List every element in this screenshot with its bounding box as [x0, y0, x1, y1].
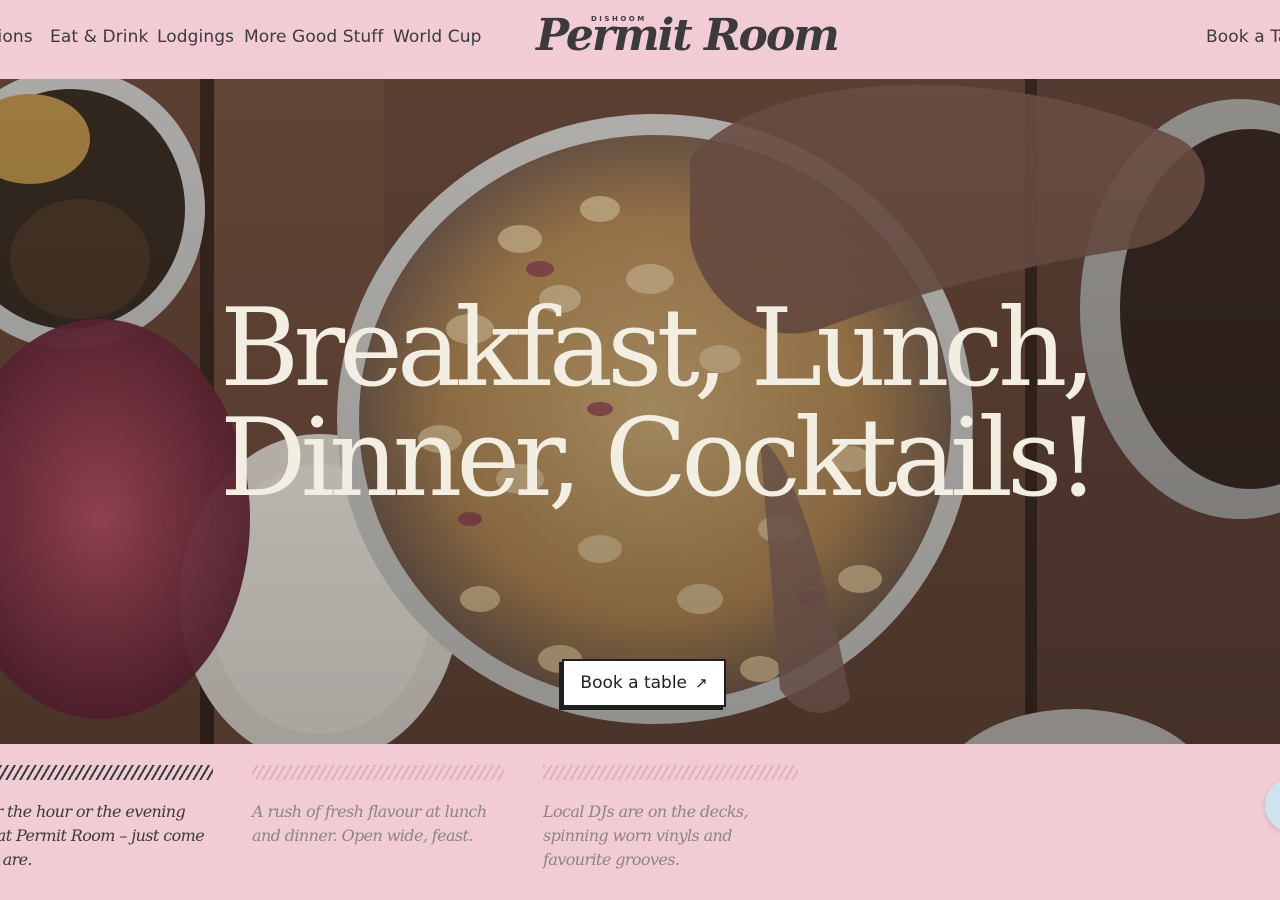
nav-link-lodgings[interactable]: Lodgings	[157, 27, 234, 47]
hero-headline-line-2: Dinner, Cocktails!	[220, 396, 1100, 521]
stripe-divider	[252, 765, 504, 780]
site-header: Locations Eat & Drink Lodgings More Good…	[0, 0, 1280, 79]
logo-wordmark: Permit Room	[536, 10, 840, 61]
feature-card-3: Local DJs are on the decks, spinning wor…	[543, 765, 798, 872]
hero-headline: Breakfast, Lunch, Dinner, Cocktails!	[220, 286, 1100, 521]
stripe-divider	[543, 765, 798, 780]
hero-headline-line-1: Breakfast, Lunch,	[220, 286, 1096, 411]
nav-link-eat-drink[interactable]: Eat & Drink	[50, 27, 148, 47]
book-a-table-label: Book a table	[580, 673, 687, 693]
book-a-table-button[interactable]: Book a table ↗	[562, 659, 726, 707]
arrow-up-right-icon: ↗	[695, 674, 708, 692]
nav-link-world-cup[interactable]: World Cup	[393, 27, 481, 47]
chat-bubble-icon[interactable]	[1265, 778, 1280, 832]
logo[interactable]: DISHOOM Permit Room	[536, 10, 840, 68]
nav-link-locations[interactable]: Locations	[0, 27, 33, 47]
feature-card-2: A rush of fresh flavour at lunch and din…	[252, 765, 504, 848]
nav-link-more-good-stuff[interactable]: More Good Stuff	[244, 27, 383, 47]
feature-text-1: Gather the hour or the evening mood at P…	[0, 802, 205, 869]
feature-text-3: Local DJs are on the decks, spinning wor…	[543, 802, 749, 869]
feature-text-2: A rush of fresh flavour at lunch and din…	[252, 802, 487, 845]
nav-link-book-a-table[interactable]: Book a Table	[1206, 27, 1280, 47]
hero-section: Breakfast, Lunch, Dinner, Cocktails! Boo…	[0, 79, 1280, 744]
stripe-divider	[0, 765, 213, 780]
feature-card-1: Gather the hour or the evening mood at P…	[0, 765, 213, 872]
